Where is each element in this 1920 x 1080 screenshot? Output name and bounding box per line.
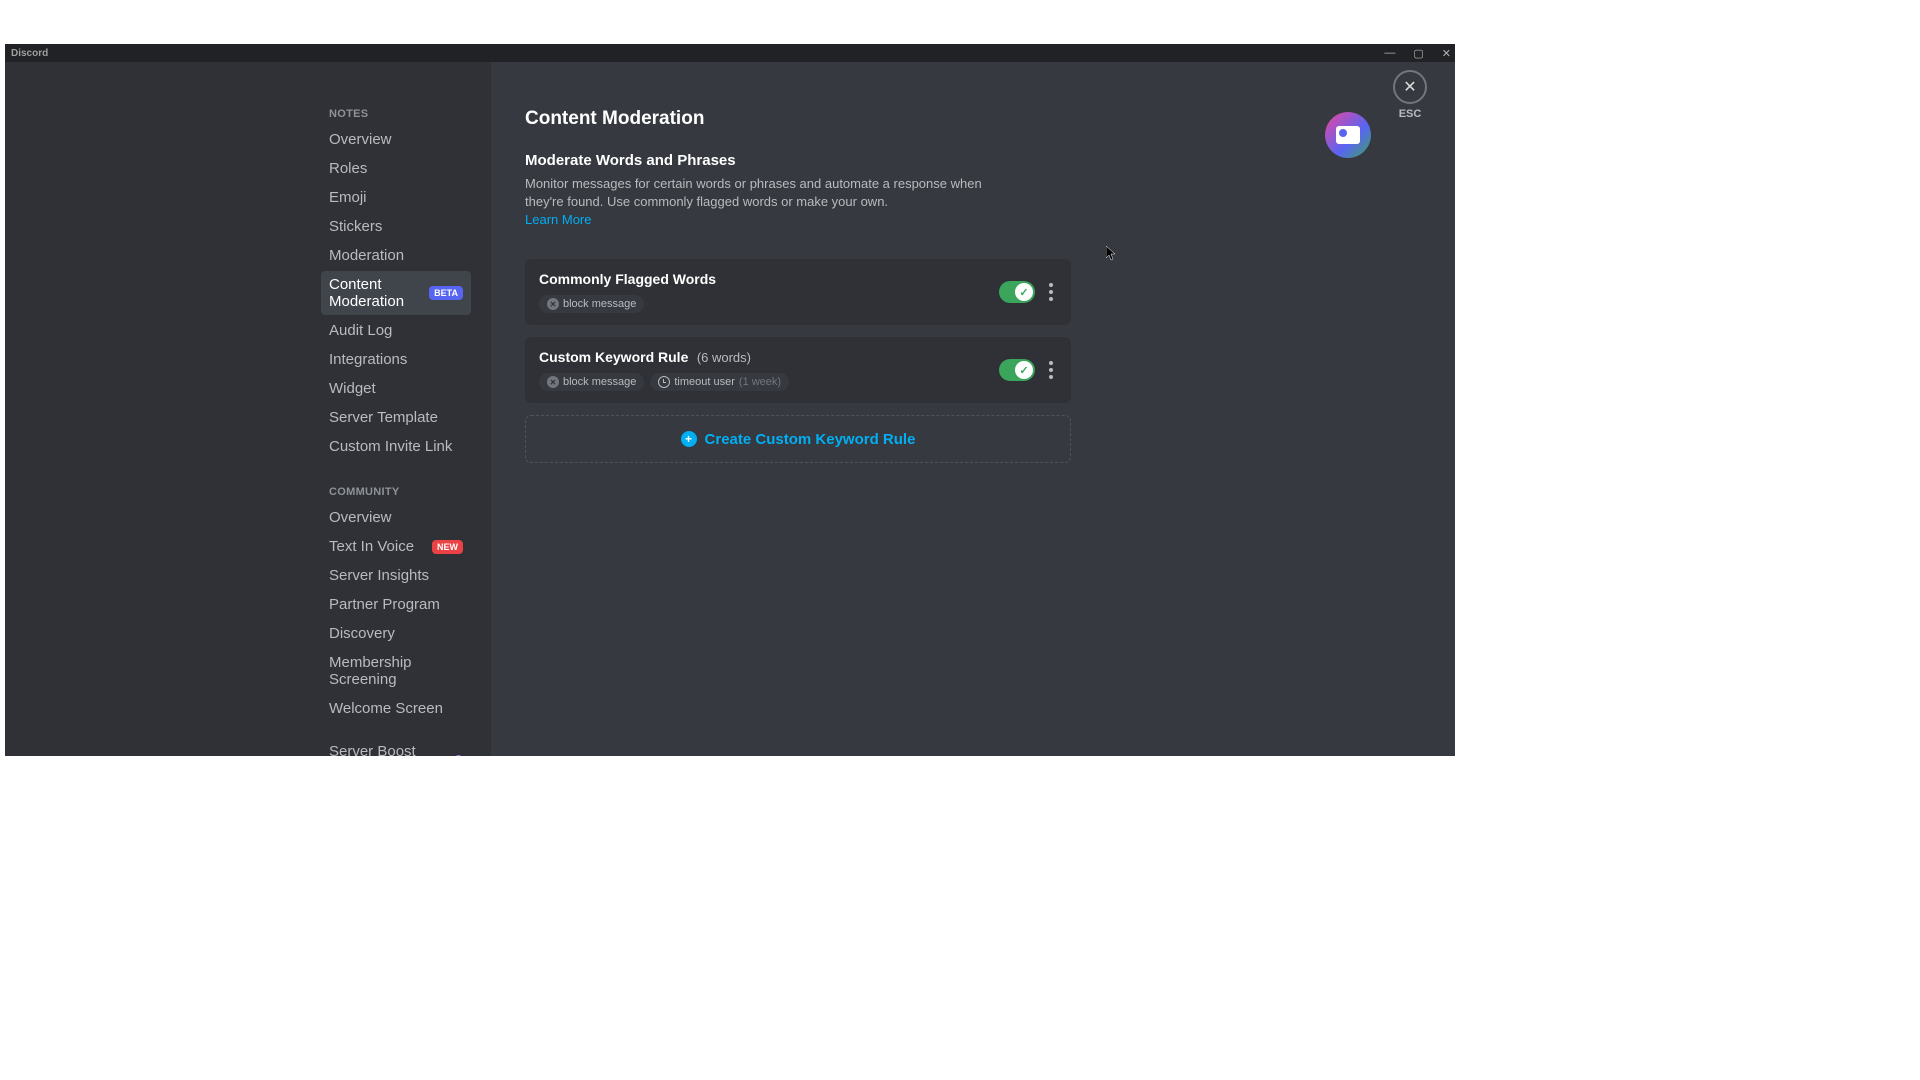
nav-integrations[interactable]: Integrations [321, 346, 471, 373]
rule-title: Custom Keyword Rule [539, 349, 688, 365]
nav-widget[interactable]: Widget [321, 375, 471, 402]
action-chip-block: ✕ block message [539, 373, 644, 391]
check-icon: ✓ [1019, 364, 1028, 377]
rule-card[interactable]: Custom Keyword Rule (6 words) ✕ block me… [525, 337, 1071, 403]
section-header-community: COMMUNITY [329, 486, 463, 498]
nav-overview[interactable]: Overview [321, 126, 471, 153]
settings-sidebar: NOTES Overview Roles Emoji Stickers Mode… [5, 62, 491, 756]
rule-meta: (6 words) [697, 350, 751, 365]
nav-partner-program[interactable]: Partner Program [321, 591, 471, 618]
boost-icon [454, 755, 463, 756]
rule-toggle[interactable]: ✓ [999, 281, 1035, 303]
clock-icon [658, 376, 670, 388]
rule-card[interactable]: Commonly Flagged Words ✕ block message ✓ [525, 259, 1071, 325]
nav-custom-invite[interactable]: Custom Invite Link [321, 433, 471, 460]
plus-icon: + [681, 431, 697, 447]
rule-menu-button[interactable] [1045, 357, 1057, 383]
maximize-button[interactable]: ▢ [1413, 47, 1423, 60]
close-window-button[interactable]: ✕ [1442, 47, 1451, 60]
action-chip-block: ✕ block message [539, 295, 644, 313]
app-title: Discord [11, 48, 48, 59]
beta-badge: BETA [429, 286, 463, 300]
rule-title: Commonly Flagged Words [539, 271, 716, 287]
page-subtitle: Moderate Words and Phrases [525, 152, 1421, 169]
page-title: Content Moderation [525, 108, 1421, 130]
nav-content-moderation[interactable]: Content Moderation BETA [321, 271, 471, 315]
nav-community-overview[interactable]: Overview [321, 504, 471, 531]
nav-discovery[interactable]: Discovery [321, 620, 471, 647]
cursor-icon [1106, 246, 1118, 265]
rule-toggle[interactable]: ✓ [999, 359, 1035, 381]
content-area: ✕ ESC Content Moderation Moderate Words … [491, 62, 1455, 756]
minimize-button[interactable]: — [1384, 47, 1395, 59]
block-icon: ✕ [547, 376, 559, 388]
nav-welcome-screen[interactable]: Welcome Screen [321, 695, 471, 722]
create-rule-label: Create Custom Keyword Rule [705, 431, 916, 448]
nav-emoji[interactable]: Emoji [321, 184, 471, 211]
close-icon: ✕ [1403, 77, 1416, 97]
learn-more-link[interactable]: Learn More [525, 212, 591, 227]
nav-roles[interactable]: Roles [321, 155, 471, 182]
block-icon: ✕ [547, 298, 559, 310]
nav-server-insights[interactable]: Server Insights [321, 562, 471, 589]
check-icon: ✓ [1019, 286, 1028, 299]
nav-audit-log[interactable]: Audit Log [321, 317, 471, 344]
close-settings-button[interactable]: ✕ [1393, 70, 1427, 104]
nav-text-in-voice[interactable]: Text In Voice NEW [321, 533, 471, 560]
nav-server-template[interactable]: Server Template [321, 404, 471, 431]
nav-moderation[interactable]: Moderation [321, 242, 471, 269]
page-description: Monitor messages for certain words or ph… [525, 175, 1005, 210]
action-chip-timeout: timeout user (1 week) [650, 373, 789, 391]
nav-server-boost[interactable]: Server Boost Status [321, 738, 471, 756]
nav-stickers[interactable]: Stickers [321, 213, 471, 240]
title-bar: Discord — ▢ ✕ [5, 44, 1455, 62]
create-rule-button[interactable]: + Create Custom Keyword Rule [525, 415, 1071, 463]
rule-menu-button[interactable] [1045, 279, 1057, 305]
feature-avatar [1325, 112, 1371, 158]
esc-label: ESC [1393, 108, 1427, 120]
section-header-notes: NOTES [329, 108, 463, 120]
new-badge: NEW [432, 540, 463, 554]
nav-membership-screening[interactable]: Membership Screening [321, 649, 471, 693]
